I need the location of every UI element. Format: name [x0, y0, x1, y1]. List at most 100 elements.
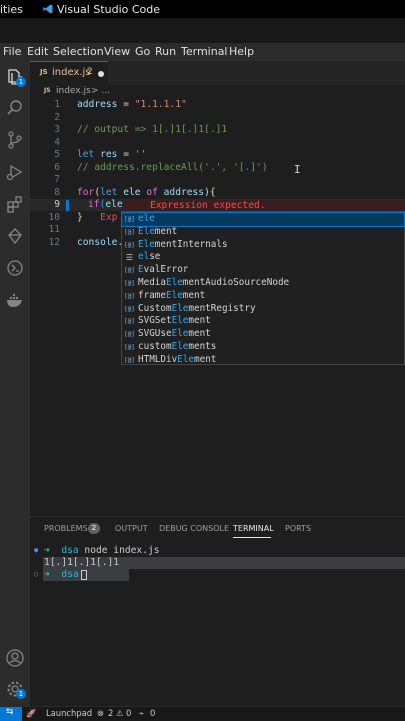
command-pending-circle-icon: ○ [34, 570, 39, 578]
app-title: Visual Studio Code [57, 3, 161, 16]
inline-error-message: Expression expected. [150, 200, 266, 211]
remote-icon: ⇆ [6, 707, 14, 717]
tab-ports[interactable]: PORTS [285, 524, 311, 533]
suggestion-item[interactable]: [@] ele [121, 212, 405, 227]
suggestion-item[interactable]: [@] EvalError [122, 264, 404, 277]
tab-problem-count: 2 [87, 67, 93, 77]
code-line-8: for(let ele of address){ [77, 186, 216, 198]
variable-icon: [@] [124, 344, 135, 351]
tab-output[interactable]: OUTPUT [115, 524, 148, 533]
variable-icon: [@] [124, 318, 135, 326]
active-tab-underline [233, 537, 271, 538]
line-number: 8 [54, 186, 60, 198]
menu-selection[interactable]: Selection [53, 45, 104, 58]
code-line-6: // address.replaceAll('.', '[.]') [77, 161, 268, 173]
testing-icon[interactable] [5, 226, 25, 246]
line-number: 4 [54, 136, 60, 148]
variable-icon: [@] [124, 305, 135, 313]
breadcrumb: JS index.js > ... [30, 85, 405, 99]
error-icon: ⊗ [97, 708, 105, 718]
menu-edit[interactable]: Edit [27, 45, 48, 58]
suggestion-item[interactable]: [@] HTMLDivElement [122, 354, 404, 365]
tab-index-js[interactable]: JS index.js 2 [30, 61, 108, 86]
suggestion-item[interactable]: [@] frameElement [122, 290, 404, 303]
warning-icon: ⚠ [116, 708, 124, 718]
menu-view[interactable]: View [104, 45, 130, 58]
tab-filename: index.js [52, 67, 91, 78]
command-success-dot-icon: ● [34, 546, 39, 554]
status-bar: ⇆ 🚀 Launchpad ⊗ 2 ⚠ 0 ⌁ 0 [0, 706, 405, 721]
variable-icon: [@] [124, 280, 135, 287]
line-number: 12 [48, 236, 60, 248]
source-control-icon[interactable] [5, 130, 25, 150]
line-number: 7 [54, 174, 60, 185]
explorer-badge: 1 [16, 77, 26, 87]
breadcrumb-more[interactable]: > ... [91, 86, 110, 96]
menu-file[interactable]: File [3, 45, 21, 58]
javascript-file-icon: JS [40, 68, 48, 76]
tab-debug-console[interactable]: DEBUG CONSOLE [159, 524, 229, 533]
suggestion-item[interactable]: [@] MediaElementAudioSourceNode [122, 277, 404, 290]
settings-badge: 1 [16, 689, 26, 699]
autocomplete-suggestions[interactable]: [@] ele [@] Element [@] ElementInternals ☰ e… [121, 211, 405, 365]
warning-count[interactable]: 0 [126, 708, 131, 718]
vscode-app-icon [43, 4, 53, 14]
keyword-icon: ☰ [125, 253, 134, 263]
terminal-output[interactable]: ● ➜ dsa node index.js 1[.]1[.]1[.]1 ○ ➜ … [30, 545, 405, 595]
code-line-5: let res = '' [77, 149, 147, 160]
tab-terminal[interactable]: TERMINAL [233, 524, 274, 533]
suggestion-item[interactable]: [@] SVGUseElement [122, 328, 404, 341]
suggestion-item[interactable]: [@] CustomElementRegistry [122, 303, 404, 316]
variable-icon: [@] [124, 356, 135, 364]
extensions-icon[interactable] [5, 194, 25, 214]
launchpad-rocket-icon: 🚀 [26, 708, 37, 718]
terminal-line-2: 1[.]1[.]1[.]1 [44, 557, 120, 568]
error-count[interactable]: 2 [108, 708, 113, 718]
activities-label[interactable]: ities [0, 3, 23, 16]
terminal-line-3: ➜ dsa [44, 569, 79, 580]
code-line-10: } Exp [77, 211, 118, 223]
line-number: 9 [54, 199, 60, 210]
activity-bar: 1 1 [0, 61, 30, 706]
breadcrumb-js-icon: JS [44, 87, 51, 94]
suggestion-item[interactable]: [@] SVGSetElement [122, 315, 404, 328]
code-line-9: if(ele [88, 199, 123, 210]
ports-count[interactable]: 0 [150, 708, 155, 718]
code-line-3: // output => 1[.]1[.]1[.]1 [77, 124, 228, 135]
menu-terminal[interactable]: Terminal [181, 45, 228, 58]
code-line-1: address = "1.1.1.1" [77, 99, 187, 110]
docker-icon[interactable] [5, 290, 25, 310]
suggestion-item[interactable]: [@] Element [122, 226, 404, 239]
suggestion-item[interactable]: ☰ else [122, 251, 404, 264]
line-number: 5 [54, 149, 60, 160]
launchpad-button[interactable]: Launchpad [46, 708, 92, 718]
search-icon[interactable] [5, 98, 25, 118]
line-number: 1 [54, 99, 60, 110]
tab-problems[interactable]: PROBLEMS [44, 524, 88, 533]
variable-icon: [@] [124, 228, 135, 236]
account-icon[interactable] [5, 648, 25, 668]
suggestion-item[interactable]: [@] customElements [122, 341, 404, 354]
problems-count-badge: 2 [88, 523, 100, 534]
title-bar [0, 18, 405, 43]
breadcrumb-file[interactable]: index.js [56, 86, 91, 96]
variable-icon: [@] [124, 292, 135, 300]
menu-run[interactable]: Run [155, 45, 176, 58]
line-number: 2 [54, 111, 60, 123]
variable-icon: [@] [124, 216, 135, 223]
system-top-bar: ities Visual Studio Code [0, 0, 405, 18]
remote-explorer-icon[interactable] [5, 258, 25, 278]
menu-go[interactable]: Go [135, 45, 150, 58]
ports-icon: ⌁ [139, 708, 145, 718]
menu-help[interactable]: Help [229, 45, 254, 58]
run-debug-icon[interactable] [5, 162, 25, 182]
terminal-cursor [81, 570, 87, 580]
unsaved-dot-icon[interactable] [98, 71, 104, 77]
modified-line-gutter-marker [66, 200, 69, 211]
remote-indicator-button[interactable]: ⇆ [0, 707, 22, 721]
line-number: 10 [48, 211, 60, 223]
suggestion-item[interactable]: [@] ElementInternals [122, 239, 404, 252]
code-line-12: console. [77, 236, 124, 248]
variable-icon: [@] [124, 267, 135, 275]
line-number: 3 [54, 124, 60, 135]
